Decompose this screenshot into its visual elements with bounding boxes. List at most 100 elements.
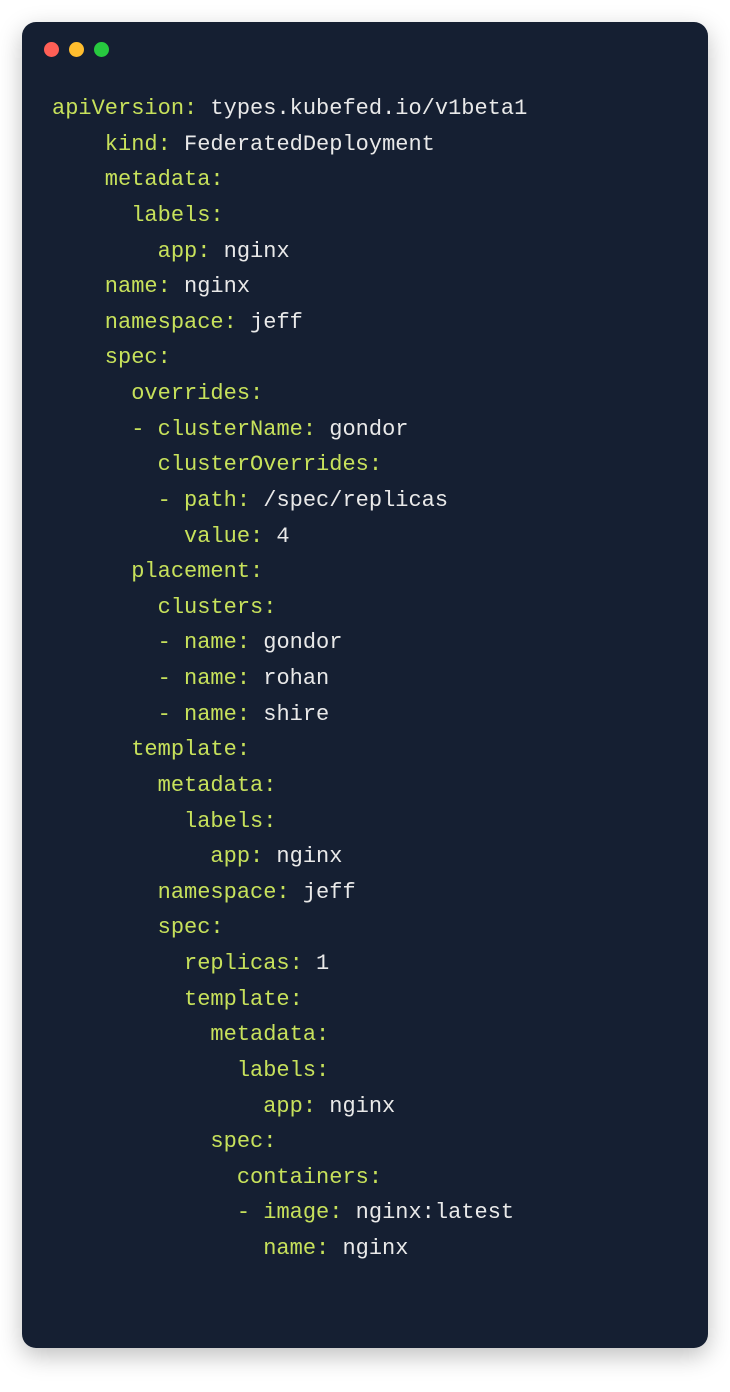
yaml-key: placement: <box>52 559 263 584</box>
code-line: spec: <box>52 1124 686 1160</box>
code-line: kind: FederatedDeployment <box>52 127 686 163</box>
window-titlebar <box>22 22 708 57</box>
yaml-key: apiVersion: <box>52 96 197 121</box>
yaml-key: name: <box>171 630 250 655</box>
yaml-code-block: apiVersion: types.kubefed.io/v1beta1 kin… <box>22 57 708 1289</box>
yaml-key: labels: <box>52 809 276 834</box>
code-line: namespace: jeff <box>52 875 686 911</box>
yaml-value: nginx <box>171 274 250 299</box>
yaml-value: nginx <box>210 239 289 264</box>
code-line: placement: <box>52 554 686 590</box>
code-line: clusterOverrides: <box>52 447 686 483</box>
yaml-value: gondor <box>316 417 408 442</box>
code-line: clusters: <box>52 590 686 626</box>
yaml-value: jeff <box>237 310 303 335</box>
yaml-key: path: <box>171 488 250 513</box>
yaml-key: metadata: <box>52 773 276 798</box>
yaml-value: jeff <box>290 880 356 905</box>
yaml-key: namespace: <box>52 880 290 905</box>
yaml-indent <box>52 702 158 727</box>
code-line: app: nginx <box>52 839 686 875</box>
yaml-key: value: <box>52 524 263 549</box>
code-line: spec: <box>52 910 686 946</box>
yaml-value: nginx <box>316 1094 395 1119</box>
close-icon[interactable] <box>44 42 59 57</box>
yaml-key: name: <box>171 702 250 727</box>
yaml-value: nginx <box>263 844 342 869</box>
yaml-key: spec: <box>52 345 171 370</box>
yaml-key: image: <box>250 1200 342 1225</box>
yaml-key: app: <box>52 844 263 869</box>
code-line: template: <box>52 982 686 1018</box>
yaml-key: template: <box>52 737 250 762</box>
code-line: metadata: <box>52 1017 686 1053</box>
yaml-dash: - <box>158 630 171 655</box>
yaml-key: name: <box>52 1236 329 1261</box>
code-line: labels: <box>52 804 686 840</box>
yaml-value: 1 <box>303 951 329 976</box>
zoom-icon[interactable] <box>94 42 109 57</box>
code-line: - clusterName: gondor <box>52 412 686 448</box>
yaml-key: name: <box>52 274 171 299</box>
code-line: name: nginx <box>52 1231 686 1267</box>
yaml-dash: - <box>131 417 144 442</box>
yaml-key: namespace: <box>52 310 237 335</box>
minimize-icon[interactable] <box>69 42 84 57</box>
yaml-value: rohan <box>250 666 329 691</box>
yaml-indent <box>52 1200 237 1225</box>
yaml-key: spec: <box>52 1129 276 1154</box>
code-line: containers: <box>52 1160 686 1196</box>
yaml-dash: - <box>158 702 171 727</box>
code-line: app: nginx <box>52 1089 686 1125</box>
code-line: metadata: <box>52 162 686 198</box>
yaml-value: gondor <box>250 630 342 655</box>
code-line: replicas: 1 <box>52 946 686 982</box>
code-line: namespace: jeff <box>52 305 686 341</box>
code-line: labels: <box>52 198 686 234</box>
yaml-key: kind: <box>52 132 171 157</box>
code-window: apiVersion: types.kubefed.io/v1beta1 kin… <box>22 22 708 1348</box>
yaml-key: template: <box>52 987 303 1012</box>
yaml-key: app: <box>52 239 210 264</box>
yaml-key: spec: <box>52 915 224 940</box>
code-line: - name: gondor <box>52 625 686 661</box>
yaml-key: clusterOverrides: <box>52 452 382 477</box>
yaml-key: containers: <box>52 1165 382 1190</box>
code-line: apiVersion: types.kubefed.io/v1beta1 <box>52 91 686 127</box>
code-line: value: 4 <box>52 519 686 555</box>
yaml-key: clusters: <box>52 595 276 620</box>
yaml-key: labels: <box>52 203 224 228</box>
yaml-dash: - <box>237 1200 250 1225</box>
yaml-key: replicas: <box>52 951 303 976</box>
code-line: spec: <box>52 340 686 376</box>
yaml-dash: - <box>158 488 171 513</box>
yaml-value: FederatedDeployment <box>171 132 435 157</box>
yaml-key: overrides: <box>52 381 263 406</box>
yaml-value: nginx <box>329 1236 408 1261</box>
yaml-indent <box>52 488 158 513</box>
code-line: - image: nginx:latest <box>52 1195 686 1231</box>
code-line: metadata: <box>52 768 686 804</box>
code-line: name: nginx <box>52 269 686 305</box>
yaml-key: metadata: <box>52 167 224 192</box>
code-line: overrides: <box>52 376 686 412</box>
yaml-dash: - <box>158 666 171 691</box>
yaml-value: types.kubefed.io/v1beta1 <box>197 96 527 121</box>
yaml-value: /spec/replicas <box>250 488 448 513</box>
yaml-value: nginx:latest <box>342 1200 514 1225</box>
yaml-key: labels: <box>52 1058 329 1083</box>
yaml-key: app: <box>52 1094 316 1119</box>
yaml-value: shire <box>250 702 329 727</box>
code-line: - path: /spec/replicas <box>52 483 686 519</box>
yaml-key: metadata: <box>52 1022 329 1047</box>
code-line: template: <box>52 732 686 768</box>
code-line: - name: rohan <box>52 661 686 697</box>
code-line: app: nginx <box>52 234 686 270</box>
code-line: - name: shire <box>52 697 686 733</box>
yaml-value: 4 <box>263 524 289 549</box>
yaml-key: name: <box>171 666 250 691</box>
yaml-indent <box>52 630 158 655</box>
yaml-key: clusterName: <box>144 417 316 442</box>
yaml-indent <box>52 417 131 442</box>
code-line: labels: <box>52 1053 686 1089</box>
